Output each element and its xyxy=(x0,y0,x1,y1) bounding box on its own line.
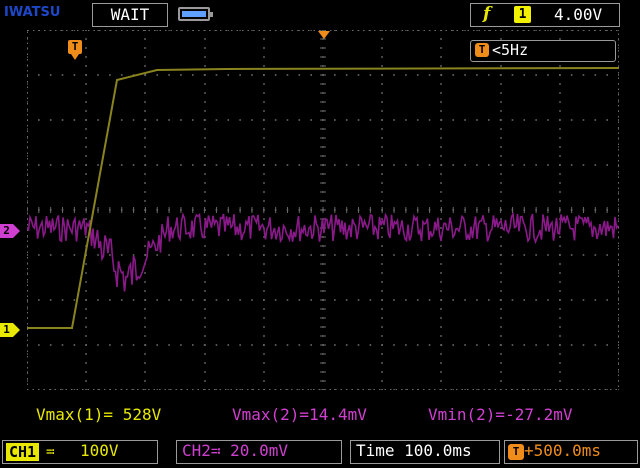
ch1-coupling-icon: ≕ xyxy=(46,444,55,460)
ch1-waveform xyxy=(27,67,619,329)
ch1-scale-value: 100V xyxy=(80,441,119,460)
run-state-indicator: WAIT xyxy=(92,3,168,27)
measurement-vmax-ch2: Vmax(2)=14.4mV xyxy=(232,405,367,424)
trigger-position-label: T xyxy=(71,40,79,53)
ch1-marker-label: 1 xyxy=(3,323,10,336)
trigger-time-marker-icon xyxy=(318,31,330,39)
measurement-vmax-ch1: Vmax(1)= 528V xyxy=(36,405,162,424)
frequency-value: <5Hz xyxy=(492,41,529,59)
ch2-waveform xyxy=(27,211,619,292)
trigger-position-icon: T xyxy=(508,444,524,460)
trigger-level-value: 4.00V xyxy=(554,5,603,24)
ch2-scale-label: CH2≕ 20.0mV xyxy=(182,441,288,460)
measurement-vmin-ch2: Vmin(2)=-27.2mV xyxy=(428,405,573,424)
ch1-label: CH1 xyxy=(6,443,40,461)
ch2-marker-label: 2 xyxy=(3,224,10,237)
trigger-icon: T xyxy=(475,43,489,57)
battery-icon xyxy=(178,7,213,21)
trigger-position-value: +500.0ms xyxy=(524,441,602,460)
trigger-slope-icon: f xyxy=(483,4,491,24)
brand-logo: IWATSU xyxy=(4,5,61,20)
timebase-value: Time 100.0ms xyxy=(356,441,472,460)
waveform-display[interactable] xyxy=(27,30,619,390)
trigger-source-badge: 1 xyxy=(514,6,531,23)
